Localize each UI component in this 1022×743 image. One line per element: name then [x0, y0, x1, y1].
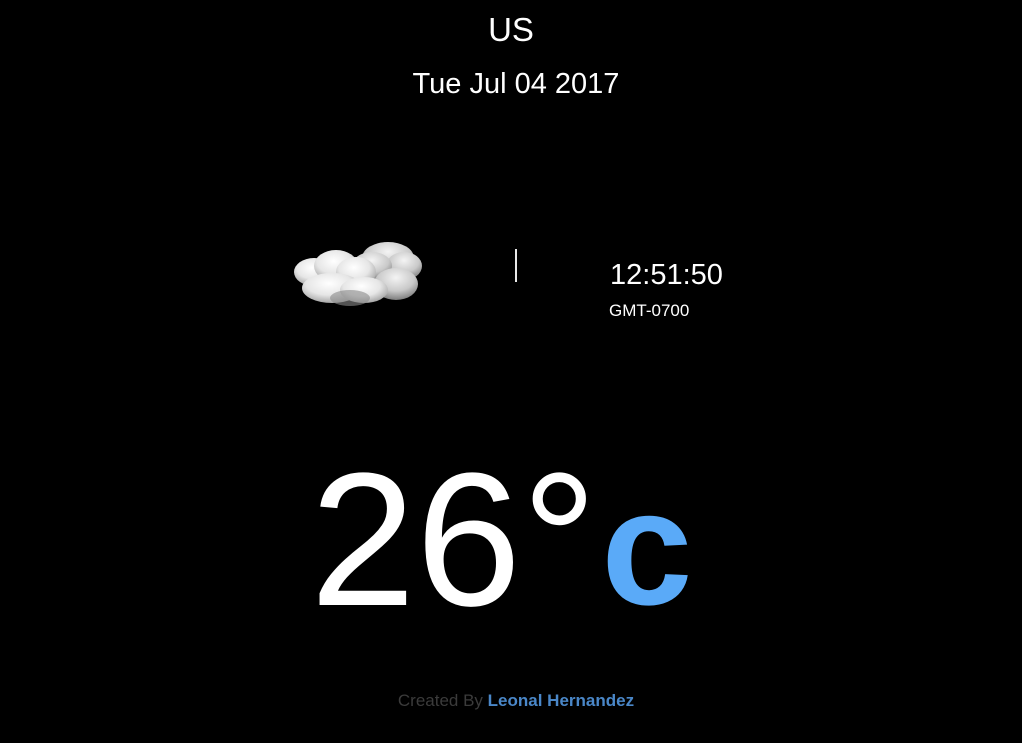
clock-time: 12:51:50	[610, 259, 723, 291]
temperature-value: 26°	[310, 434, 598, 646]
timezone-label: GMT-0700	[609, 301, 690, 320]
temperature-unit-toggle[interactable]: c	[601, 456, 692, 639]
cloud-icon	[294, 242, 422, 306]
author-link[interactable]: Leonal Hernandez	[488, 691, 634, 710]
location-name: US	[488, 11, 534, 48]
current-date: Tue Jul 04 2017	[412, 68, 620, 100]
divider	[515, 249, 517, 282]
footer-credit: Created By Leonal Hernandez	[0, 690, 1022, 712]
weather-page: US Tue Jul 04 2017 12:51:50 GMT-0700 26°…	[0, 0, 1022, 743]
temperature-display: 26°c	[310, 440, 693, 640]
credit-prefix: Created By	[397, 691, 483, 710]
